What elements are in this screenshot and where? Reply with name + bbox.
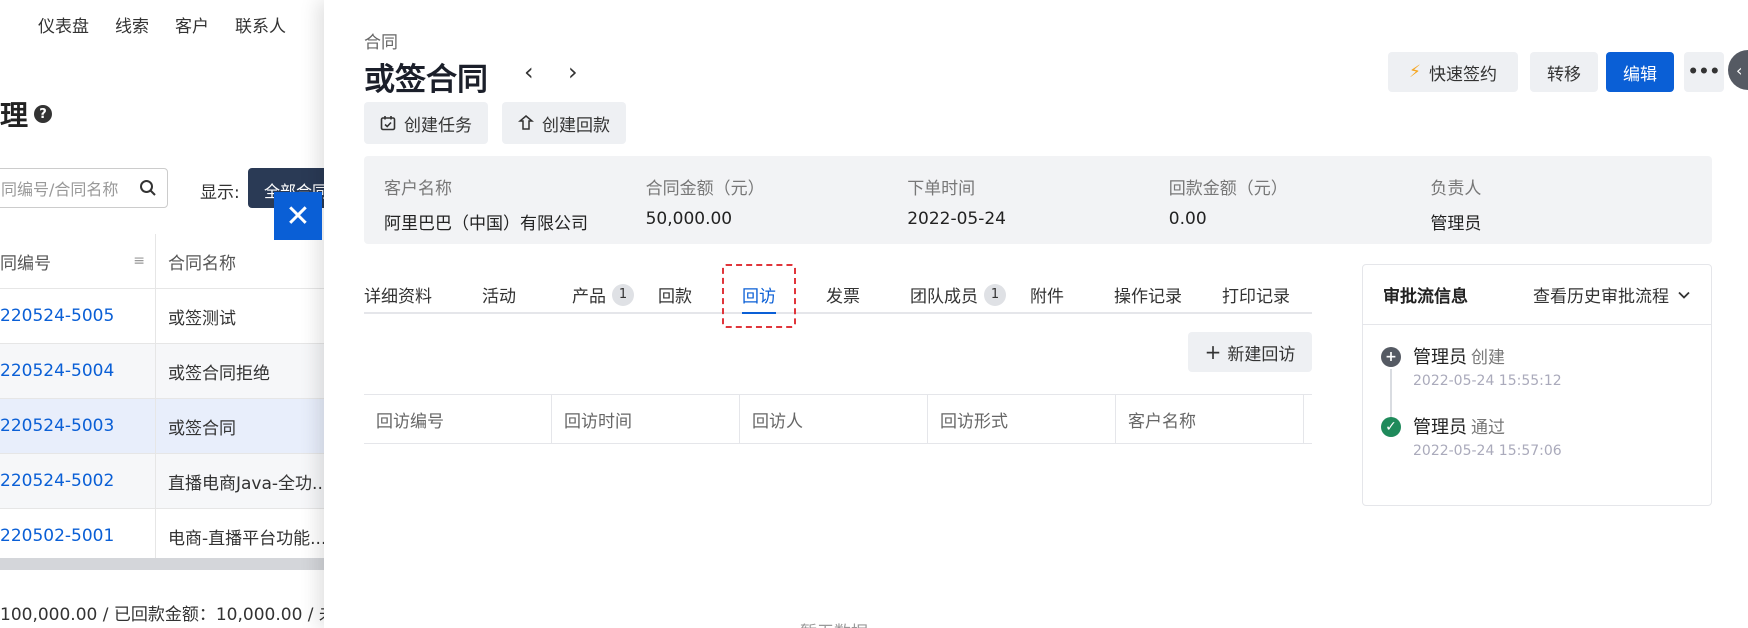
summary-item: 客户名称 阿里巴巴（中国）有限公司 bbox=[384, 179, 588, 234]
count-badge: 1 bbox=[612, 283, 634, 306]
chevron-left-icon[interactable]: ‹ bbox=[524, 58, 534, 86]
approval-step: + 管理员 创建 2022-05-24 15:55:12 bbox=[1381, 343, 1562, 389]
nav-customers[interactable]: 客户 bbox=[175, 12, 209, 37]
nav-dashboard[interactable]: 仪表盘 bbox=[38, 12, 89, 37]
display-label: 显示: bbox=[200, 183, 240, 203]
table-row[interactable]: 220524-5003 或签合同 bbox=[0, 399, 330, 454]
breadcrumb: 合同 bbox=[364, 33, 398, 53]
tab-print-log[interactable]: 打印记录 bbox=[1222, 282, 1290, 307]
count-badge: 1 bbox=[984, 283, 1006, 306]
edit-button[interactable]: 编辑 bbox=[1606, 52, 1674, 92]
highlight-annotation bbox=[722, 264, 796, 328]
nav-leads[interactable]: 线索 bbox=[115, 12, 149, 37]
chevron-left-icon: ‹ bbox=[1736, 60, 1743, 80]
approval-panel: 审批流信息 查看历史审批流程 + 管理员 创建 2022-05-24 15:55:… bbox=[1362, 264, 1712, 506]
table-header: 同编号 ≡ 合同名称 bbox=[0, 234, 330, 289]
chevron-down-icon bbox=[1678, 291, 1690, 299]
calendar-icon bbox=[380, 116, 396, 131]
horizontal-scrollbar[interactable] bbox=[0, 558, 330, 570]
approval-title: 审批流信息 bbox=[1383, 287, 1468, 307]
create-payment-button[interactable]: 创建回款 bbox=[502, 102, 626, 144]
page-title: 或签合同 bbox=[364, 62, 488, 98]
table-row[interactable]: 220524-5005 或签测试 bbox=[0, 289, 330, 344]
new-visit-button[interactable]: + 新建回访 bbox=[1188, 332, 1312, 372]
screen: 仪表盘 线索 客户 联系人 理 ? 同编号/合同名称 显示: 全部合同 同编号≡… bbox=[0, 0, 1748, 628]
plus-icon: + bbox=[1204, 340, 1222, 364]
table-row[interactable]: 220502-5001 电商-直播平台功能... bbox=[0, 509, 330, 564]
top-nav: 仪表盘 线索 客户 联系人 bbox=[38, 12, 286, 37]
nav-contacts[interactable]: 联系人 bbox=[235, 12, 286, 37]
table-footer-summary: 100,000.00 / 已回款金额：10,000.00 / 未回 bbox=[0, 605, 330, 625]
empty-state-text: 暂无数据 bbox=[800, 618, 868, 628]
table-row[interactable]: 220524-5002 直播电商Java-全功... bbox=[0, 454, 330, 509]
approval-history-link[interactable]: 查看历史审批流程 bbox=[1533, 282, 1691, 307]
tab-operation-log[interactable]: 操作记录 bbox=[1114, 282, 1182, 307]
contract-table: 同编号 ≡ 合同名称 220524-5005 或签测试 220524-5004 或… bbox=[0, 234, 330, 564]
summary-item: 合同金额（元） 50,000.00 bbox=[645, 179, 765, 229]
close-drawer-button[interactable]: ✕ bbox=[274, 192, 322, 240]
col-visit-no: 回访编号 bbox=[364, 395, 552, 443]
summary-item: 回款金额（元） 0.00 bbox=[1168, 179, 1288, 229]
summary-item: 下单时间 2022-05-24 bbox=[907, 179, 1006, 229]
tab-details[interactable]: 详细资料 bbox=[364, 282, 432, 307]
close-icon: ✕ bbox=[285, 198, 311, 234]
tab-activity[interactable]: 活动 bbox=[482, 282, 516, 307]
contract-summary: 客户名称 阿里巴巴（中国）有限公司 合同金额（元） 50,000.00 下单时间… bbox=[364, 156, 1712, 244]
tab-payments[interactable]: 回款 bbox=[658, 282, 692, 307]
payment-icon bbox=[518, 115, 534, 130]
detail-tabs: 详细资料 活动 产品 1 回款 回访 发票 团队成员 1 附件 操作记录 打印记录 bbox=[364, 264, 1312, 314]
table-row[interactable]: 220524-5004 或签合同拒绝 bbox=[0, 344, 330, 399]
tab-team-members[interactable]: 团队成员 1 bbox=[910, 282, 1006, 307]
filter-icon[interactable]: ≡ bbox=[133, 253, 145, 269]
tab-attachments[interactable]: 附件 bbox=[1030, 282, 1064, 307]
tab-products[interactable]: 产品 1 bbox=[572, 282, 634, 307]
chevron-right-icon[interactable]: › bbox=[568, 58, 578, 86]
create-task-button[interactable]: 创建任务 bbox=[364, 102, 488, 144]
plus-circle-icon: + bbox=[1381, 347, 1401, 367]
search-input[interactable]: 同编号/合同名称 bbox=[0, 168, 168, 208]
transfer-button[interactable]: 转移 bbox=[1530, 52, 1598, 92]
collapse-panel-button[interactable]: ‹ bbox=[1728, 50, 1748, 90]
contract-detail-drawer: 合同 或签合同 ‹ › 创建任务 创建回款 ⚡ 快速签约 转移 编辑 ••• ‹… bbox=[324, 0, 1748, 628]
col-visit-time: 回访时间 bbox=[552, 395, 740, 443]
col-contract-name: 合同名称 bbox=[168, 253, 236, 274]
tab-invoices[interactable]: 发票 bbox=[826, 282, 860, 307]
check-circle-icon: ✓ bbox=[1381, 417, 1401, 437]
background-app: 仪表盘 线索 客户 联系人 理 ? 同编号/合同名称 显示: 全部合同 同编号≡… bbox=[0, 0, 330, 628]
summary-item: 负责人 管理员 bbox=[1430, 179, 1482, 234]
page-title: 理 ? bbox=[0, 94, 53, 134]
approval-step: ✓ 管理员 通过 2022-05-24 15:57:06 bbox=[1381, 413, 1562, 459]
col-visit-form: 回访形式 bbox=[928, 395, 1116, 443]
search-icon[interactable] bbox=[139, 179, 157, 197]
quick-sign-button[interactable]: ⚡ 快速签约 bbox=[1388, 52, 1518, 92]
lightning-icon: ⚡ bbox=[1409, 62, 1421, 82]
visit-table-header: 回访编号 回访时间 回访人 回访形式 客户名称 bbox=[364, 394, 1312, 444]
col-visitor: 回访人 bbox=[740, 395, 928, 443]
more-button[interactable]: ••• bbox=[1684, 52, 1724, 92]
col-contract-no: 同编号 bbox=[0, 253, 51, 274]
col-customer-name: 客户名称 bbox=[1116, 395, 1304, 443]
help-icon[interactable]: ? bbox=[34, 105, 53, 123]
